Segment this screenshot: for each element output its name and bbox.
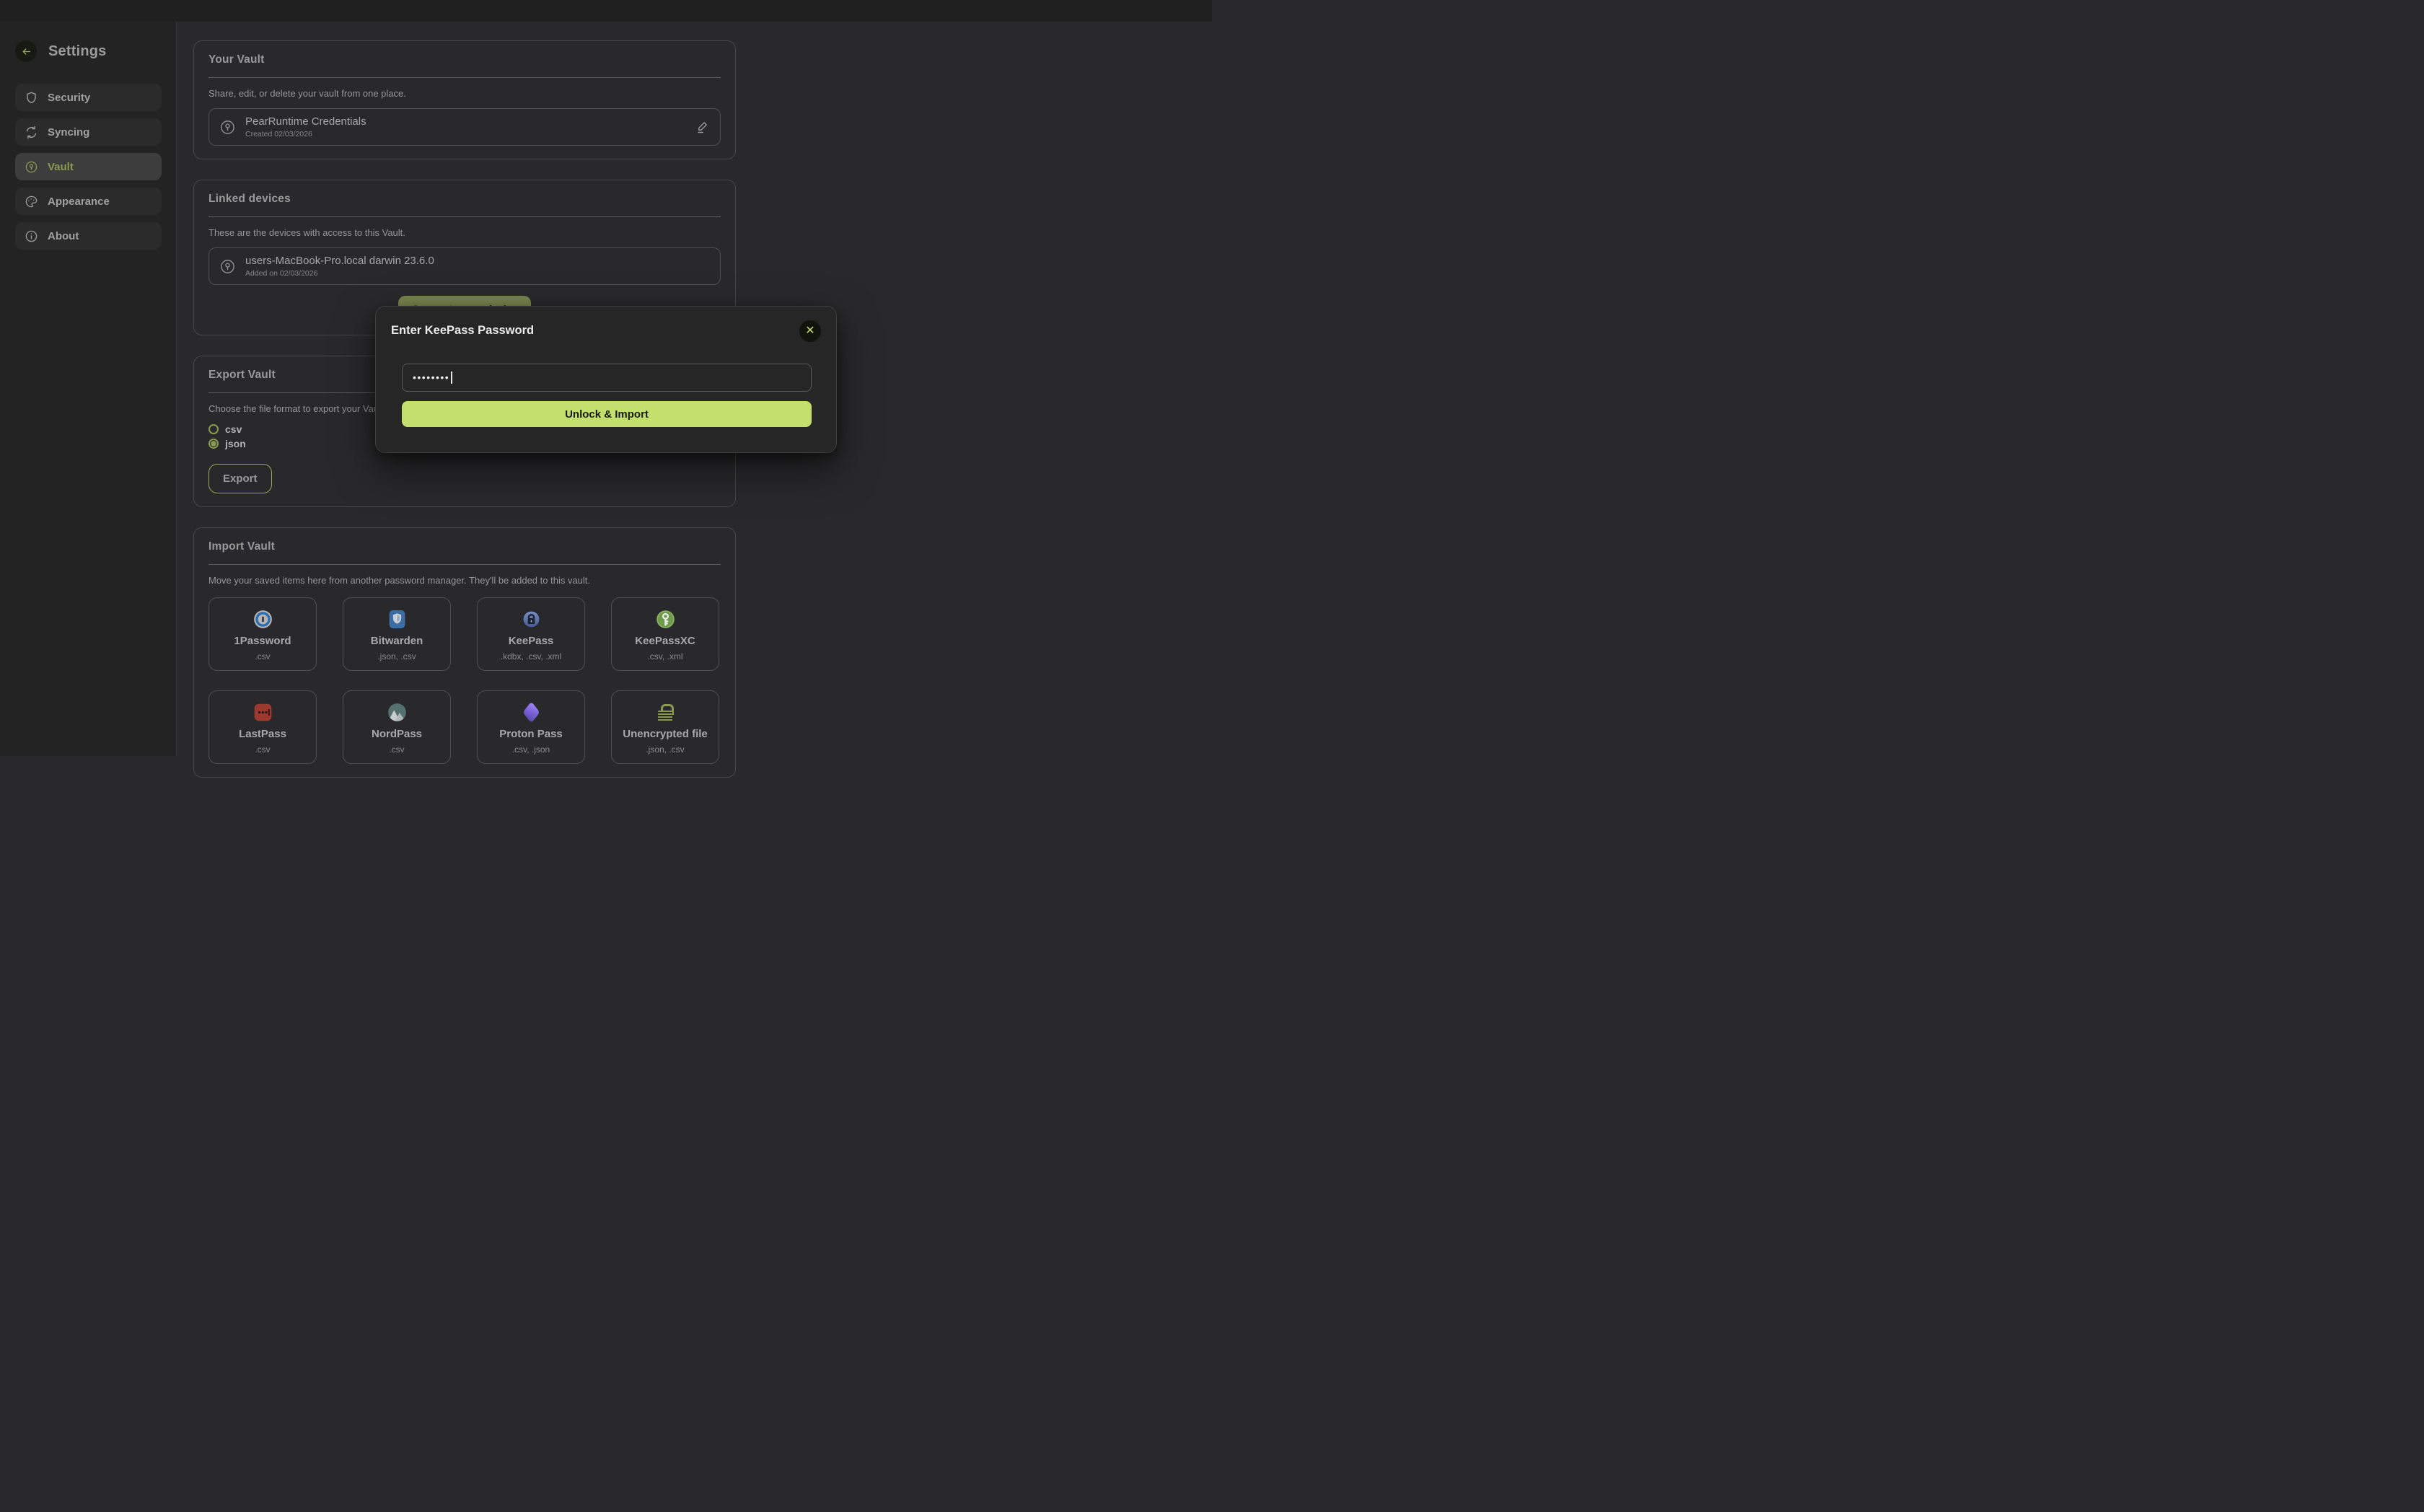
tile-name: Bitwarden (371, 635, 423, 647)
sync-icon (25, 126, 38, 139)
palette-icon (25, 195, 38, 208)
keepass-password-dialog: Enter KeePass Password ✕ •••••••• Unlock… (375, 306, 837, 453)
tile-name: KeePassXC (635, 635, 695, 647)
tile-formats: .csv, .json (512, 744, 550, 755)
sidebar-item-label: Appearance (48, 195, 110, 208)
close-icon: ✕ (805, 325, 814, 337)
unlock-import-button[interactable]: Unlock & Import (402, 401, 812, 427)
lastpass-icon (253, 702, 273, 724)
divider (208, 77, 721, 78)
radio-checked-icon[interactable] (208, 439, 219, 449)
tile-formats: .csv (255, 744, 270, 755)
device-row: users-MacBook-Pro.local darwin 23.6.0 Ad… (208, 247, 721, 285)
back-button[interactable] (15, 40, 37, 62)
tile-name: Proton Pass (499, 728, 563, 740)
import-vault-card: Import Vault Move your saved items here … (193, 527, 736, 778)
sidebar-item-label: Vault (48, 161, 74, 173)
tile-formats: .json, .csv (646, 744, 684, 755)
sidebar-item-appearance[interactable]: Appearance (15, 188, 162, 215)
your-vault-card: Your Vault Share, edit, or delete your v… (193, 40, 736, 159)
radio-label: csv (225, 423, 242, 435)
text-cursor (451, 372, 452, 384)
sidebar-item-about[interactable]: About (15, 222, 162, 250)
card-title: Your Vault (208, 53, 721, 66)
divider (208, 216, 721, 217)
tile-formats: .json, .csv (377, 651, 416, 662)
key-icon (25, 160, 38, 174)
radio-unchecked-icon[interactable] (208, 424, 219, 434)
divider (208, 564, 721, 565)
import-tile-unencrypted[interactable]: Unencrypted file .json, .csv (611, 690, 719, 764)
card-title: Import Vault (208, 540, 721, 553)
striped-lock-icon (658, 702, 672, 724)
sidebar-item-vault[interactable]: Vault (15, 153, 162, 180)
import-tile-1password[interactable]: 1Password .csv (208, 597, 317, 671)
import-tile-keepass[interactable]: KeePass .kdbx, .csv, .xml (477, 597, 585, 671)
sidebar-item-label: Security (48, 92, 90, 104)
settings-sidebar: Settings Security Syncing Vault Appearan… (0, 22, 177, 756)
tile-formats: .csv (255, 651, 270, 662)
tile-name: Unencrypted file (623, 728, 708, 740)
window-titlebar (0, 0, 1212, 22)
card-description: These are the devices with access to thi… (208, 227, 721, 238)
sidebar-item-label: Syncing (48, 126, 89, 139)
sidebar-item-syncing[interactable]: Syncing (15, 118, 162, 146)
card-title: Linked devices (208, 193, 721, 206)
keepass-icon (522, 609, 541, 630)
device-meta: Added on 02/03/2026 (245, 269, 434, 278)
import-sources-grid: 1Password .csv Bitwarden .json, .csv (208, 597, 721, 764)
info-icon (25, 229, 38, 243)
import-tile-lastpass[interactable]: LastPass .csv (208, 690, 317, 764)
password-input[interactable]: •••••••• (402, 364, 812, 392)
vault-name: PearRuntime Credentials (245, 115, 366, 128)
tile-name: NordPass (372, 728, 422, 740)
tile-name: LastPass (239, 728, 286, 740)
bitwarden-icon (388, 609, 406, 630)
edit-pencil-icon[interactable] (695, 120, 710, 134)
import-tile-bitwarden[interactable]: Bitwarden .json, .csv (343, 597, 451, 671)
onepassword-icon (253, 609, 273, 630)
key-icon (219, 258, 236, 275)
dialog-title: Enter KeePass Password (391, 324, 534, 338)
close-button[interactable]: ✕ (799, 320, 821, 342)
tile-formats: .csv (389, 744, 404, 755)
tile-formats: .csv, .xml (647, 651, 682, 662)
nordpass-icon (387, 702, 407, 724)
import-tile-protonpass[interactable]: Proton Pass .csv, .json (477, 690, 585, 764)
sidebar-item-security[interactable]: Security (15, 84, 162, 111)
arrow-left-icon (20, 45, 32, 58)
import-tile-nordpass[interactable]: NordPass .csv (343, 690, 451, 764)
import-tile-keepassxc[interactable]: KeePassXC .csv, .xml (611, 597, 719, 671)
tile-formats: .kdbx, .csv, .xml (501, 651, 561, 662)
shield-icon (25, 91, 38, 105)
radio-label: json (225, 438, 246, 449)
sidebar-item-label: About (48, 230, 79, 242)
tile-name: 1Password (234, 635, 291, 647)
key-icon (219, 119, 236, 136)
tile-name: KeePass (509, 635, 554, 647)
card-description: Move your saved items here from another … (208, 575, 721, 586)
export-button[interactable]: Export (208, 464, 272, 493)
password-masked-value: •••••••• (413, 372, 449, 382)
page-title: Settings (48, 43, 107, 60)
vault-row[interactable]: PearRuntime Credentials Created 02/03/20… (208, 108, 721, 146)
device-name: users-MacBook-Pro.local darwin 23.6.0 (245, 255, 434, 267)
card-description: Share, edit, or delete your vault from o… (208, 88, 721, 99)
vault-meta: Created 02/03/2026 (245, 130, 366, 139)
keepassxc-icon (656, 609, 675, 630)
protonpass-icon (525, 702, 537, 724)
